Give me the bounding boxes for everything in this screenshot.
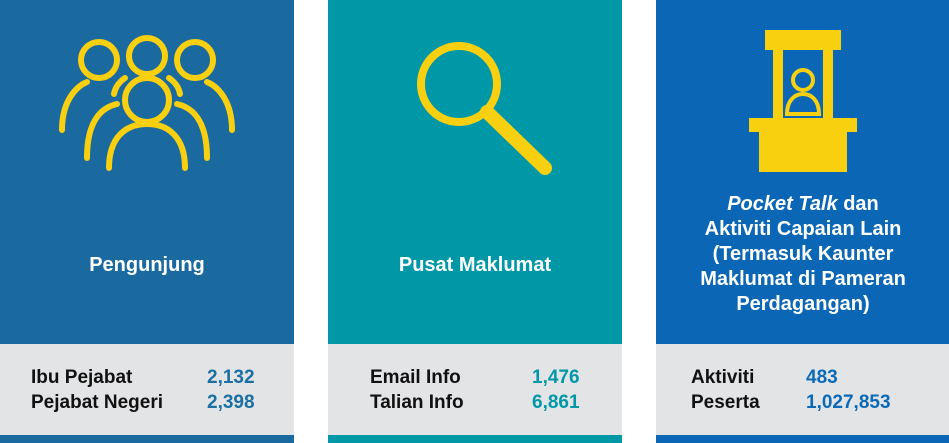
outreach-card: Pocket Talk dan Aktiviti Capaian Lain (T…: [656, 0, 949, 443]
stat-label: Aktiviti: [691, 367, 755, 388]
stat-label: Pejabat Negeri: [31, 392, 163, 413]
stat-value: 1,027,853: [806, 392, 891, 413]
visitors-card: Pengunjung Ibu Pejabat 2,132 Pejabat Neg…: [0, 0, 294, 443]
outreach-card-header: Pocket Talk dan Aktiviti Capaian Lain (T…: [656, 0, 949, 344]
stat-row: Peserta 1,027,853: [656, 391, 949, 415]
stat-row: Pejabat Negeri 2,398: [0, 391, 294, 415]
outreach-title-line-3: (Termasuk Kaunter: [712, 243, 894, 265]
stat-row: Email Info 1,476: [328, 366, 622, 390]
outreach-title-line-1-rest: dan: [837, 193, 879, 215]
stat-value: 483: [806, 367, 838, 388]
card-footer-strip: [328, 435, 622, 443]
card-footer-strip: [0, 435, 294, 443]
stat-row: Ibu Pejabat 2,132: [0, 366, 294, 390]
visitors-title: Pengunjung: [89, 254, 205, 276]
outreach-title-line-4: Maklumat di Pameran: [700, 268, 906, 290]
stat-value: 2,132: [207, 367, 255, 388]
info-center-title: Pusat Maklumat: [398, 254, 552, 276]
outreach-title-line-5: Perdagangan): [736, 293, 870, 315]
visitors-card-header: Pengunjung: [0, 0, 294, 344]
card-footer-strip: [656, 435, 949, 443]
stat-row: Talian Info 6,861: [328, 391, 622, 415]
booth-counter-icon: [656, 28, 949, 178]
info-center-card-header: Pusat Maklumat: [328, 0, 622, 344]
magnifier-icon: [328, 28, 622, 178]
outreach-title-line-2: Aktiviti Capaian Lain: [704, 218, 902, 240]
outreach-title: Pocket Talk dan Aktiviti Capaian Lain (T…: [656, 192, 949, 317]
stat-value: 2,398: [207, 392, 255, 413]
stat-label: Ibu Pejabat: [31, 367, 133, 388]
stat-value: 6,861: [532, 392, 580, 413]
stat-label: Peserta: [691, 392, 760, 413]
info-center-card: Pusat Maklumat Email Info 1,476 Talian I…: [328, 0, 622, 443]
stat-value: 1,476: [532, 367, 580, 388]
people-group-icon: [0, 28, 294, 178]
stat-label: Email Info: [370, 367, 461, 388]
outreach-title-italic: Pocket Talk: [727, 193, 838, 215]
stat-label: Talian Info: [370, 392, 464, 413]
stat-row: Aktiviti 483: [656, 366, 949, 390]
